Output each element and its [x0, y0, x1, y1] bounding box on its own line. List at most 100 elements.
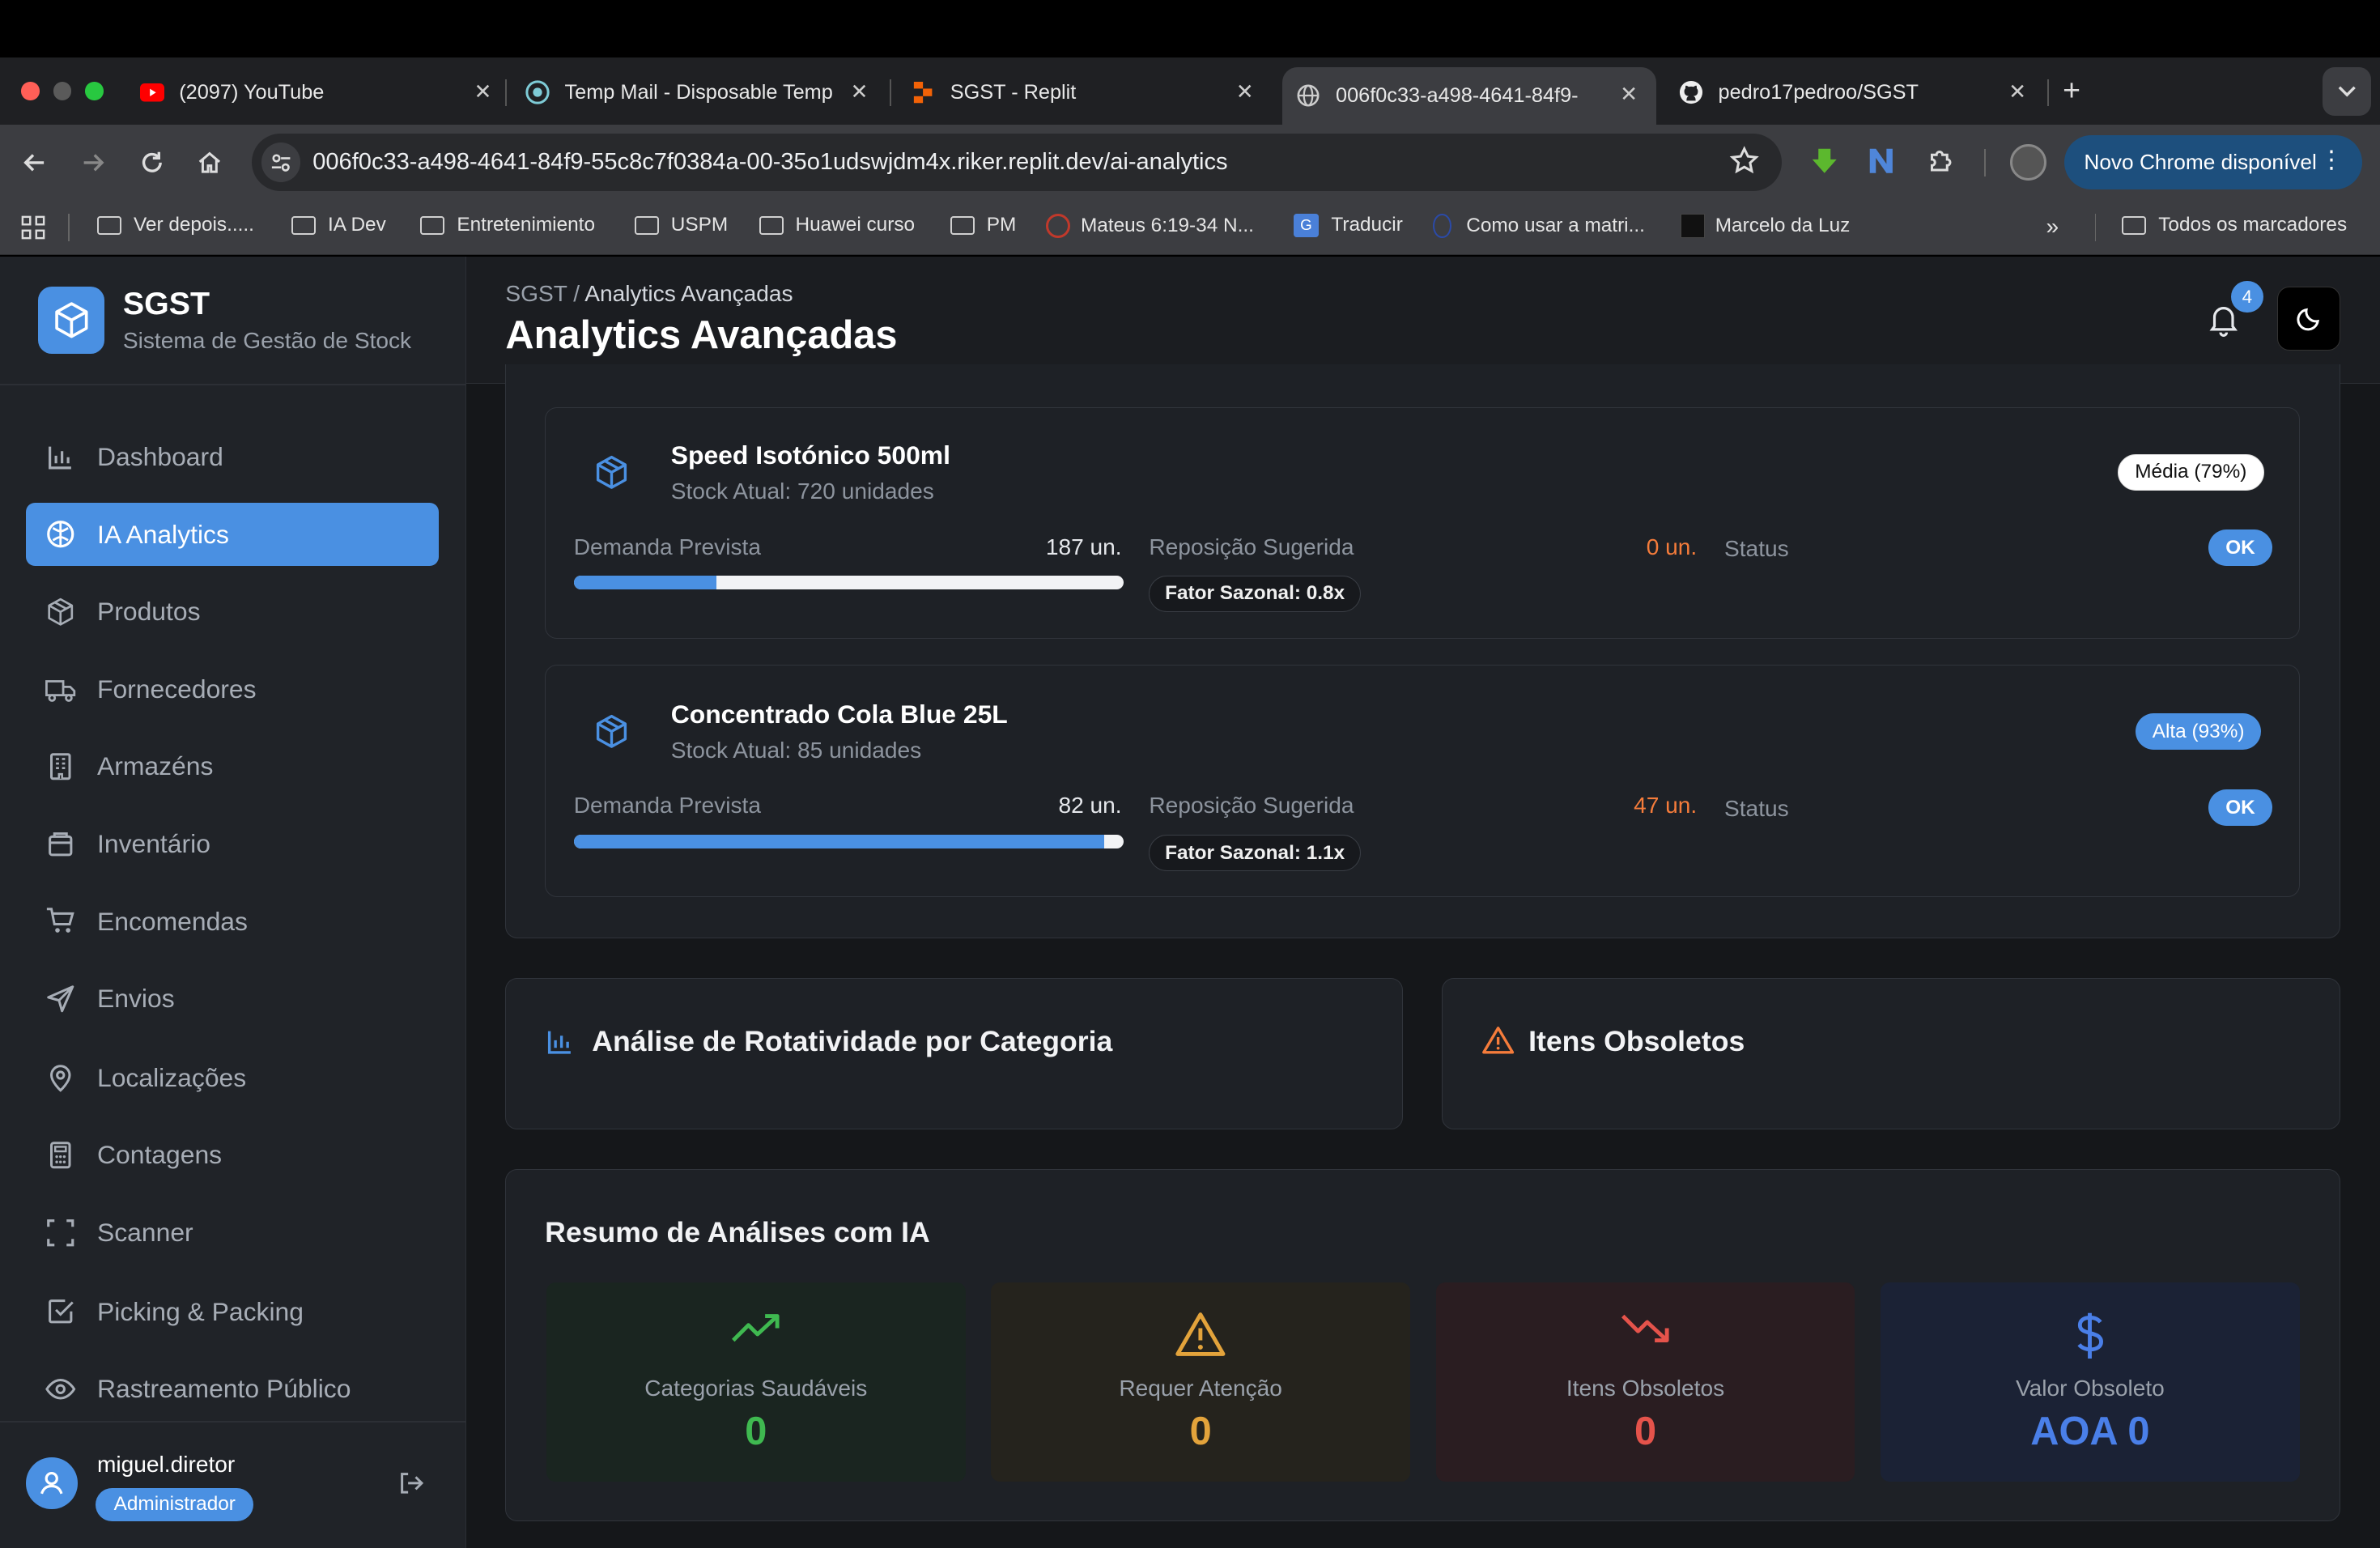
demand-label: Demanda Prevista [573, 534, 761, 559]
star-icon [1729, 146, 1759, 174]
tab-title: 006f0c33-a498-4641-84f9- [1336, 83, 1579, 107]
extensions-puzzle-icon[interactable] [1926, 146, 1957, 183]
bookmark-label: Huawei curso [795, 214, 916, 236]
product-name: Concentrado Cola Blue 25L [670, 700, 1008, 729]
browser-tab-active[interactable]: 006f0c33-a498-4641-84f9- ✕ [1282, 66, 1656, 125]
brand-logo [37, 287, 105, 354]
bookmark-link[interactable]: G Traducir [1293, 214, 1403, 237]
extension-n-icon[interactable] [1867, 146, 1900, 183]
sidebar-item-encomendas[interactable]: Encomendas [26, 890, 439, 954]
extension-download-icon[interactable] [1809, 146, 1840, 183]
sidebar-item-picking-packing[interactable]: Picking & Packing [26, 1280, 439, 1344]
demand-value: 187 un. [1045, 534, 1122, 559]
replit-icon [911, 80, 935, 104]
theme-toggle-button[interactable] [2276, 287, 2341, 351]
sidebar-item-scanner[interactable]: Scanner [26, 1201, 439, 1265]
package-icon [593, 712, 630, 758]
back-button[interactable] [19, 146, 52, 179]
more-vert-icon: ⋮ [2319, 147, 2344, 173]
browser-tab-tempmail[interactable]: Temp Mail - Disposable Temp ✕ [525, 67, 869, 119]
sidebar-item-localizacoes[interactable]: Localizações [26, 1046, 439, 1110]
breadcrumb-root[interactable]: SGST [505, 281, 567, 306]
close-window-button[interactable] [21, 82, 40, 100]
close-tab-icon[interactable]: ✕ [1236, 79, 1254, 104]
avatar[interactable] [25, 1457, 78, 1509]
bookmark-link[interactable]: Mateus 6:19-34 N... [1045, 214, 1254, 239]
demand-progress-bar [573, 575, 1124, 589]
sidebar-item-armazens[interactable]: Armazéns [26, 735, 439, 799]
bookmark-label: Marcelo da Luz [1715, 215, 1851, 237]
sidebar-item-envios[interactable]: Envios [26, 967, 439, 1031]
bookmark-label: Entretenimiento [457, 214, 595, 236]
close-tab-icon[interactable]: ✕ [851, 79, 869, 104]
sidebar-item-fornecedores[interactable]: Fornecedores [26, 657, 439, 721]
bookmark-separator [68, 214, 70, 242]
browser-tab-youtube[interactable]: (2097) YouTube ✕ [139, 67, 492, 119]
close-tab-icon[interactable]: ✕ [474, 79, 492, 104]
confidence-badge: Alta (93%) [2136, 713, 2262, 751]
logout-button[interactable] [397, 1469, 425, 1503]
more-bookmarks-button[interactable]: » [2046, 214, 2059, 240]
minimize-window-button[interactable] [53, 82, 72, 100]
section-title: Itens Obsoletos [1528, 1024, 1745, 1057]
home-button[interactable] [193, 146, 226, 179]
forward-button[interactable] [76, 146, 109, 179]
sidebar-item-label: Scanner [97, 1218, 193, 1247]
browser-tab-replit[interactable]: SGST - Replit ✕ [911, 67, 1254, 119]
folder-icon [420, 216, 445, 235]
sidebar-item-label: Dashboard [97, 441, 223, 471]
sidebar-item-label: Envios [97, 984, 175, 1014]
bookmark-folder[interactable]: Entretenimiento [420, 214, 595, 236]
bookmark-separator [2094, 214, 2097, 242]
bookmark-link[interactable]: Marcelo da Luz [1680, 214, 1851, 239]
bible-site-icon [1045, 214, 1070, 239]
scan-icon [44, 1216, 77, 1249]
folder-icon [759, 216, 784, 235]
close-tab-icon[interactable]: ✕ [2008, 79, 2026, 104]
maximize-window-button[interactable] [85, 82, 104, 100]
tab-search-button[interactable] [2322, 66, 2371, 116]
dollar-icon [1881, 1310, 2300, 1362]
bookmark-link[interactable]: Como usar a matri... [1433, 214, 1645, 239]
send-icon [44, 982, 77, 1015]
sidebar-item-dashboard[interactable]: Dashboard [26, 425, 439, 489]
arrow-left-icon [23, 154, 45, 172]
bookmark-folder[interactable]: USPM [634, 214, 728, 236]
sidebar-item-inventario[interactable]: Inventário [26, 812, 439, 876]
sidebar-item-ia-analytics[interactable]: IA Analytics [25, 502, 439, 567]
all-bookmarks-button[interactable]: Todos os marcadores [2122, 214, 2347, 236]
tempmail-icon [525, 80, 550, 104]
status-badge: OK [2208, 789, 2272, 826]
notifications-button[interactable] [2208, 304, 2239, 343]
chrome-update-button[interactable]: Novo Chrome disponível ⋮ [2064, 134, 2362, 190]
bookmark-label: Traducir [1331, 214, 1403, 236]
bookmark-folder[interactable]: IA Dev [291, 214, 386, 236]
sidebar-item-label: Localizações [97, 1062, 247, 1092]
site-info-button[interactable] [261, 142, 301, 182]
tab-title: (2097) YouTube [179, 80, 325, 104]
sidebar-item-rastreamento[interactable]: Rastreamento Público [26, 1357, 439, 1421]
browser-tab-github[interactable]: pedro17pedroo/SGST ✕ [1679, 67, 2026, 119]
profile-avatar[interactable] [2009, 144, 2046, 181]
archive-icon [44, 827, 77, 861]
reload-button[interactable] [135, 146, 168, 179]
bookmark-star-button[interactable] [1729, 146, 1760, 183]
apps-grid-icon[interactable] [21, 215, 45, 246]
confidence-badge: Média (79%) [2117, 453, 2264, 491]
breadcrumb-current: Analytics Avançadas [584, 280, 793, 306]
tab-title: SGST - Replit [950, 80, 1077, 104]
folder-icon [2122, 216, 2147, 235]
bookmark-folder[interactable]: Ver depois..... [97, 214, 254, 236]
github-icon [1679, 80, 1703, 104]
new-tab-button[interactable]: + [2063, 73, 2080, 108]
sidebar-item-label: IA Analytics [97, 519, 229, 549]
stat-label: Itens Obsoletos [1566, 1375, 1725, 1401]
sidebar-item-produtos[interactable]: Produtos [26, 580, 439, 644]
sidebar-item-contagens[interactable]: Contagens [26, 1124, 439, 1188]
bookmark-folder[interactable]: PM [950, 214, 1016, 236]
alert-triangle-icon [1481, 1025, 1515, 1062]
reorder-value: 47 un. [1634, 792, 1698, 818]
close-tab-icon[interactable]: ✕ [1620, 82, 1638, 107]
map-pin-icon [44, 1061, 77, 1095]
bookmark-folder[interactable]: Huawei curso [759, 214, 916, 236]
